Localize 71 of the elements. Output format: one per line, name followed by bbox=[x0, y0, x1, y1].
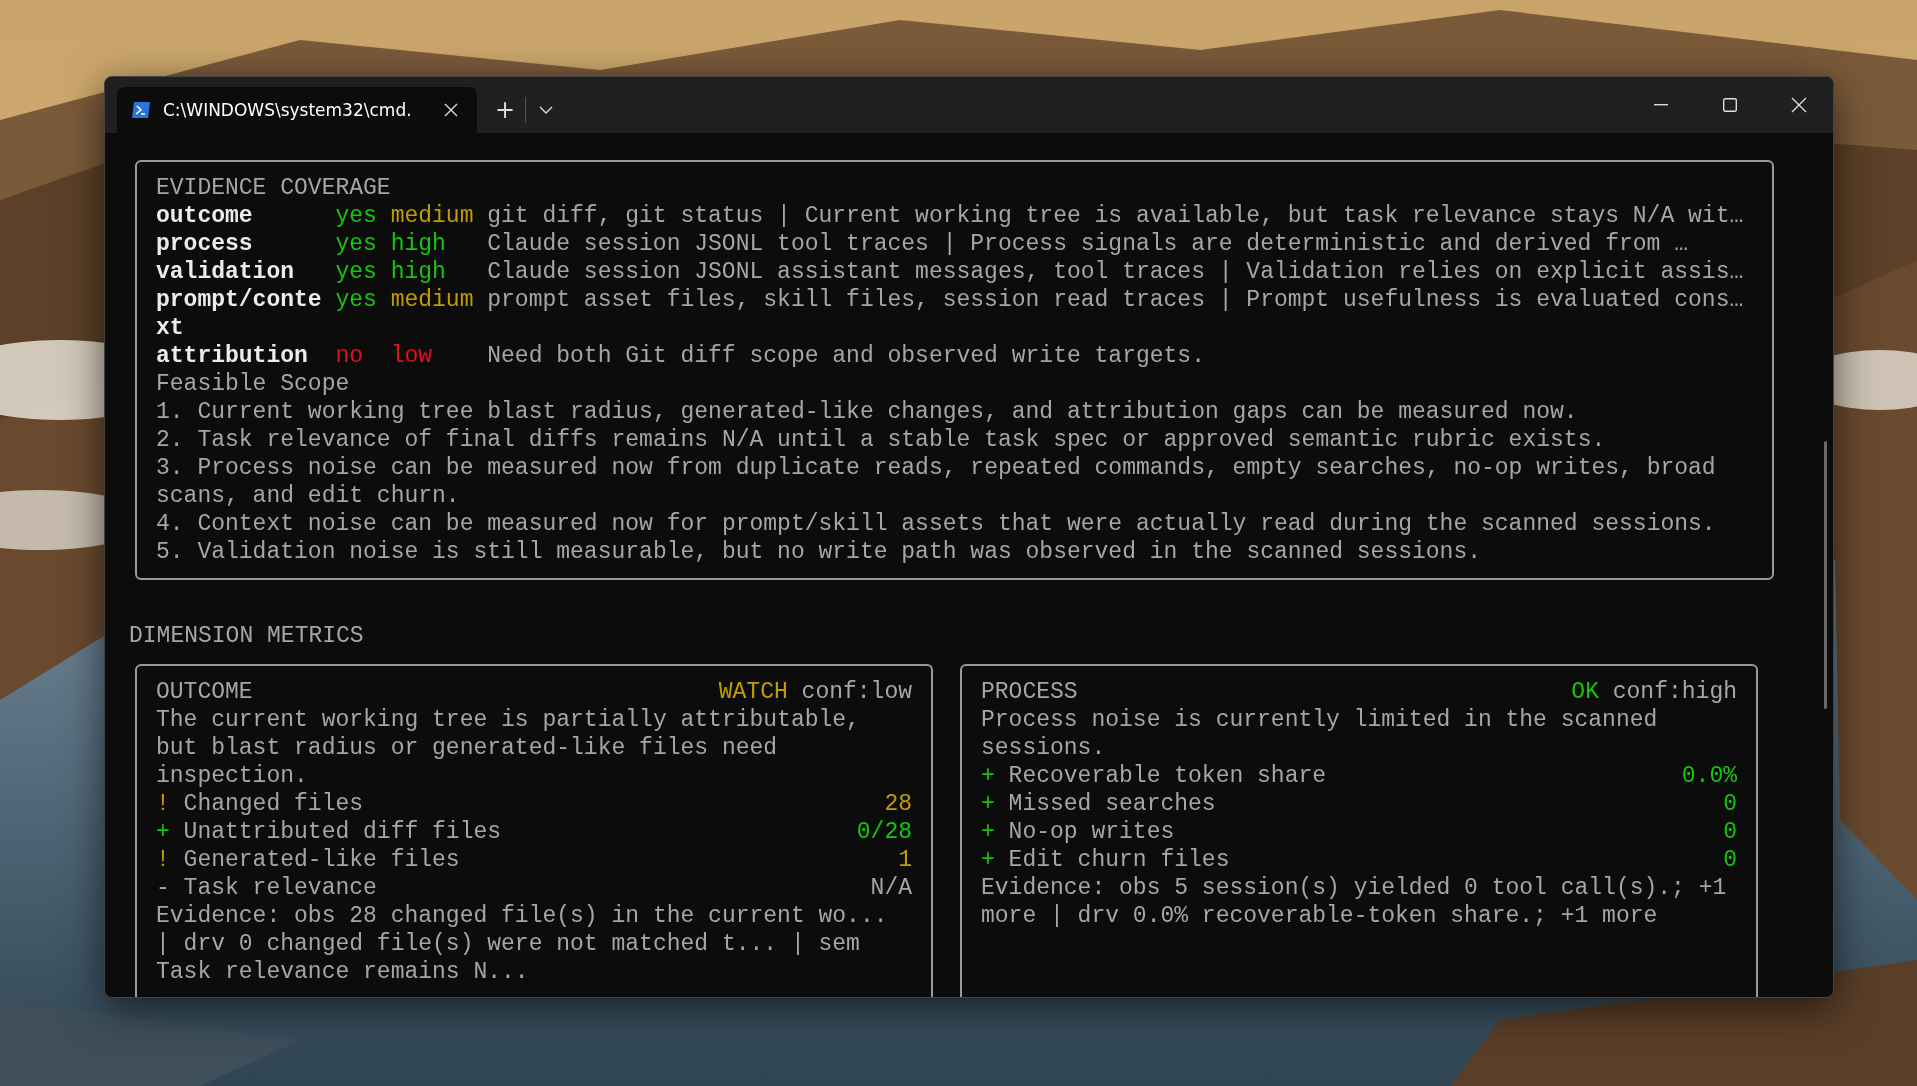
metric-value: 0 bbox=[1723, 790, 1737, 818]
sign-marker: + bbox=[981, 762, 995, 790]
sign-marker: + bbox=[156, 818, 170, 846]
evidence-detail: Claude session JSONL tool traces | Process signals are deterministic and derived from … bbox=[487, 230, 1689, 258]
status-label: OK bbox=[1571, 678, 1599, 706]
sign-marker: - bbox=[156, 874, 170, 902]
dimension-name: outcome bbox=[156, 202, 254, 230]
card-summary: The current working tree is partially attributable, but blast radius or generated-like files need inspection. bbox=[156, 706, 861, 790]
availability-label: yes bbox=[335, 286, 378, 314]
metric-value: 0/28 bbox=[856, 818, 912, 846]
sign-marker: + bbox=[981, 846, 995, 874]
confidence-label: high bbox=[390, 230, 447, 258]
section-heading: DIMENSION METRICS bbox=[129, 622, 365, 650]
metric-value: 28 bbox=[884, 790, 912, 818]
metric-value: 0.0% bbox=[1681, 762, 1737, 790]
close-icon bbox=[444, 103, 458, 117]
metric-label: Missed searches bbox=[1008, 790, 1216, 818]
scope-item: 2. Task relevance of final diffs remains N/A until a stable task spec or approved semantic rubric exists. bbox=[156, 426, 1607, 454]
new-tab-button[interactable]: + bbox=[489, 94, 521, 126]
metric-label: Recoverable token share bbox=[1008, 762, 1327, 790]
evidence-detail: Claude session JSONL assistant messages, tool traces | Validation relies on explicit assis… bbox=[487, 258, 1744, 286]
evidence-text: Evidence: obs 28 changed file(s) in the current wo... | drv 0 changed file(s) were not matched t... | sem Task relevance remains N... bbox=[156, 902, 889, 986]
confidence-label: conf:low bbox=[801, 678, 912, 706]
confidence-label: high bbox=[390, 258, 447, 286]
sign-marker: + bbox=[981, 790, 995, 818]
evidence-detail: Need both Git diff scope and observed write targets. bbox=[487, 342, 1205, 370]
terminal-tab[interactable]: C:\WINDOWS\system32\cmd. bbox=[117, 87, 477, 133]
metric-value: 1 bbox=[898, 846, 912, 874]
metric-value: N/A bbox=[870, 874, 912, 902]
scope-item: 5. Validation noise is still measurable, but no write path was observed in the scanned sessions. bbox=[156, 538, 1482, 566]
metric-label: Changed files bbox=[183, 790, 364, 818]
metric-label: No-op writes bbox=[1008, 818, 1175, 846]
metric-value: 0 bbox=[1723, 846, 1737, 874]
card-title: OUTCOME bbox=[156, 678, 253, 706]
confidence-label: low bbox=[390, 342, 434, 370]
metric-label: Task relevance bbox=[183, 874, 377, 902]
sign-marker: ! bbox=[156, 790, 170, 818]
section-heading: EVIDENCE COVERAGE bbox=[156, 174, 392, 202]
confidence-label: medium bbox=[390, 202, 475, 230]
close-icon bbox=[1790, 97, 1807, 113]
scope-item: 1. Current working tree blast radius, generated-like changes, and attribution gaps can be measured now. bbox=[156, 398, 1579, 426]
metric-label: Generated-like files bbox=[183, 846, 460, 874]
scope-item: 4. Context noise can be measured now for prompt/skill assets that were actually read during the scanned sessions. bbox=[156, 510, 1717, 538]
maximize-icon bbox=[1722, 98, 1737, 112]
availability-label: yes bbox=[335, 230, 378, 258]
shell-icon bbox=[131, 101, 151, 119]
availability-label: yes bbox=[335, 258, 378, 286]
dimension-name: validation bbox=[156, 258, 296, 286]
sign-marker: ! bbox=[156, 846, 170, 874]
tab-title: C:\WINDOWS\system32\cmd. bbox=[163, 100, 413, 120]
availability-label: yes bbox=[335, 202, 378, 230]
scrollbar-thumb[interactable] bbox=[1824, 441, 1827, 709]
metric-label: Unattributed diff files bbox=[183, 818, 502, 846]
card-title: PROCESS bbox=[981, 678, 1078, 706]
sign-marker: + bbox=[981, 818, 995, 846]
chevron-down-icon bbox=[539, 106, 553, 114]
scope-heading: Feasible Scope bbox=[156, 370, 351, 398]
status-label: WATCH bbox=[718, 678, 788, 706]
evidence-detail: prompt asset files, skill files, session read traces | Prompt usefulness is evaluated cons… bbox=[487, 286, 1744, 314]
dimension-name: attribution bbox=[156, 342, 309, 370]
dimension-name: process bbox=[156, 230, 254, 258]
minimize-icon bbox=[1653, 104, 1668, 106]
availability-label: no bbox=[335, 342, 365, 370]
confidence-label: conf:high bbox=[1612, 678, 1737, 706]
evidence-text: Evidence: obs 5 session(s) yielded 0 tool call(s).; +1 more | drv 0.0% recoverable-token share.; +1 more bbox=[981, 874, 1727, 930]
metric-value: 0 bbox=[1723, 818, 1737, 846]
metric-label: Edit churn files bbox=[1008, 846, 1230, 874]
confidence-label: medium bbox=[390, 286, 475, 314]
card-summary: Process noise is currently limited in the scanned sessions. bbox=[981, 706, 1659, 762]
evidence-detail: git diff, git status | Current working tree is available, but task relevance stays N/A wit… bbox=[487, 202, 1744, 230]
scope-item: 3. Process noise can be measured now from duplicate reads, repeated commands, empty searches, no-op writes, broad scans, and edit churn. bbox=[156, 454, 1717, 510]
